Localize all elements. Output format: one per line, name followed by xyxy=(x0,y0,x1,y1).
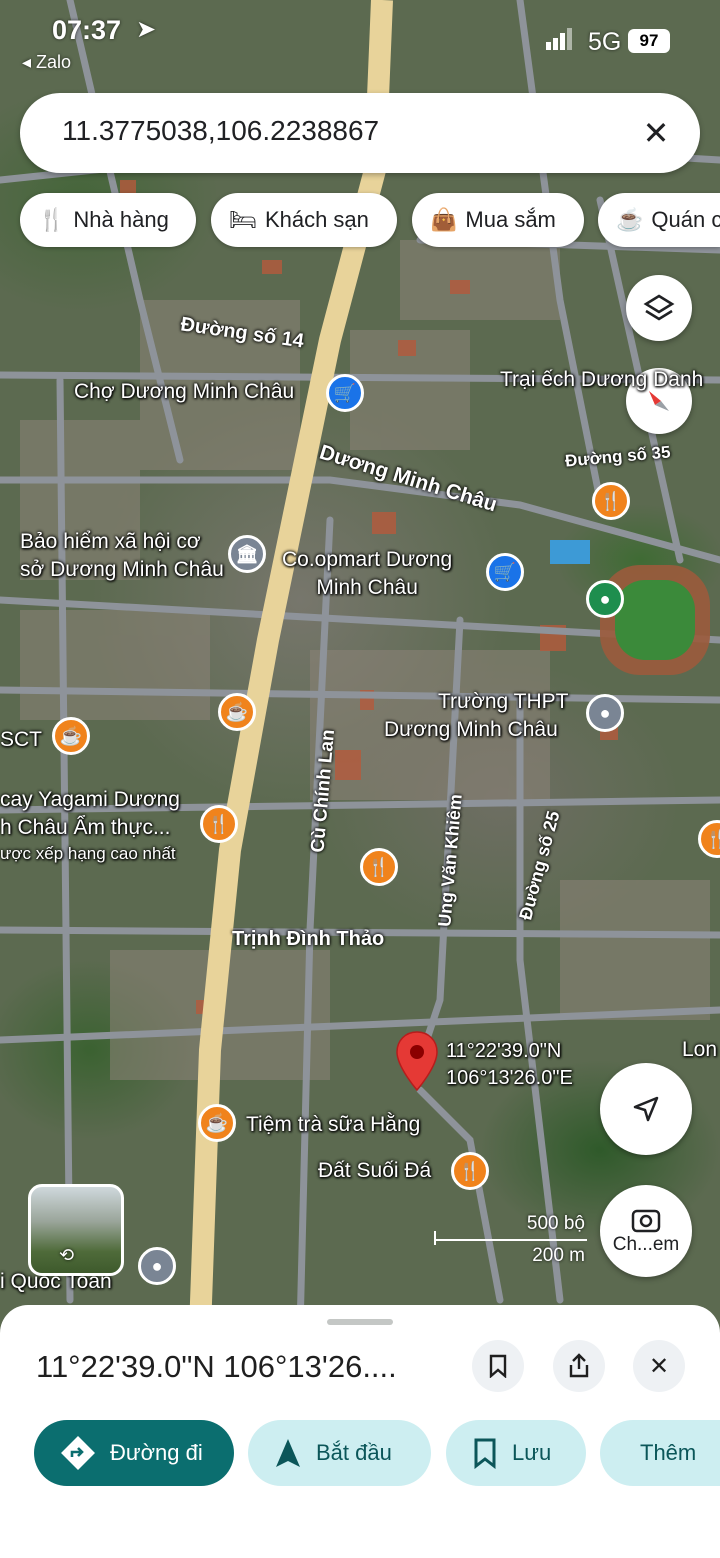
chip-cafes[interactable]: ☕ Quán c xyxy=(598,193,720,247)
lens-search-button[interactable]: Ch...em xyxy=(600,1185,692,1277)
place-label[interactable]: Trại ếch Dương Danh xyxy=(500,366,703,394)
my-location-button[interactable] xyxy=(600,1063,692,1155)
battery-indicator: 97 xyxy=(628,29,670,53)
place-label-line: Trường THPT xyxy=(438,690,569,713)
restaurant-icon[interactable]: 🍴 xyxy=(200,805,238,843)
status-time: 07:37 xyxy=(52,15,122,45)
start-label: Bắt đầu xyxy=(316,1440,392,1465)
search-input[interactable]: 11.3775038,106.2238867 xyxy=(62,115,379,147)
chip-label: Nhà hàng xyxy=(73,207,169,232)
place-label-line: h Châu Ẩm thực... xyxy=(0,816,171,840)
coffee-cup-icon: ☕ xyxy=(616,207,644,232)
shopping-cart-icon[interactable]: 🛒 xyxy=(326,374,364,412)
signal-icon xyxy=(546,28,572,57)
fork-knife-icon: 🍴 xyxy=(38,207,66,232)
map-scale: 500 bộ 200 m xyxy=(432,1213,587,1273)
bank-icon[interactable]: 🏛 xyxy=(228,535,266,573)
place-label-line: sở Dương Minh Châu xyxy=(20,558,224,582)
share-button[interactable] xyxy=(553,1340,605,1392)
place-title: 11°22'39.0"N 106°13'26.... xyxy=(36,1349,397,1384)
chip-hotels[interactable]: 🛏 Khách sạn xyxy=(211,193,397,247)
scale-imperial: 500 bộ xyxy=(526,1213,585,1234)
place-label-line: Minh Châu xyxy=(316,576,418,600)
school-pin-icon[interactable]: ● xyxy=(586,694,624,732)
camera-search-icon xyxy=(631,1209,661,1233)
directions-button[interactable]: Đường đi xyxy=(34,1420,234,1486)
restaurant-icon[interactable]: 🍴 xyxy=(592,482,630,520)
layers-icon xyxy=(643,294,675,321)
clear-search-button[interactable]: ✕ xyxy=(634,111,678,155)
more-button[interactable]: Thêm xyxy=(600,1420,720,1486)
save-icon-button[interactable] xyxy=(472,1340,524,1392)
place-label-line: Dương Minh Châu xyxy=(384,718,558,742)
street-view-rotate-icon: ⟲ xyxy=(59,1245,75,1265)
street-view-thumbnail[interactable]: ⟲ xyxy=(28,1184,124,1276)
navigation-arrow-icon xyxy=(276,1439,300,1467)
scale-metric: 200 m xyxy=(532,1245,585,1266)
back-triangle-icon: ◂ xyxy=(22,52,37,72)
chip-restaurants[interactable]: 🍴 Nhà hàng xyxy=(20,193,196,247)
directions-icon xyxy=(61,1436,95,1470)
chip-shopping[interactable]: 👜 Mua sắm xyxy=(412,193,584,247)
save-button[interactable]: Lưu xyxy=(446,1420,586,1486)
scale-bar xyxy=(434,1239,587,1241)
place-label-line: cay Yagami Dương xyxy=(0,788,180,811)
place-label[interactable]: Lon xyxy=(682,1036,717,1064)
place-label[interactable]: Co.opmart Dương Minh Châu xyxy=(282,546,452,603)
back-app-label: Zalo xyxy=(36,52,72,72)
save-label: Lưu xyxy=(512,1440,552,1465)
more-label: Thêm xyxy=(640,1440,697,1465)
road-label: Trịnh Đình Thảo xyxy=(232,928,385,950)
layers-button[interactable] xyxy=(626,275,692,341)
search-bar[interactable]: 11.3775038,106.2238867 ✕ xyxy=(20,93,700,173)
bookmark-icon xyxy=(489,1354,507,1378)
pin-longitude: 106°13'26.0"E xyxy=(446,1067,573,1089)
chip-label: Quán c xyxy=(651,207,720,232)
pin-coordinates: 11°22'39.0"N 106°13'26.0"E xyxy=(446,1038,573,1092)
place-label[interactable]: cay Yagami Dương h Châu Ẩm thực... ược x… xyxy=(0,786,180,866)
place-label[interactable]: Tiệm trà sữa Hằng xyxy=(246,1111,420,1139)
close-sheet-button[interactable]: ✕ xyxy=(633,1340,685,1392)
place-label[interactable]: Chợ Dương Minh Châu xyxy=(74,378,294,406)
place-label-line: Bảo hiểm xã hội cơ xyxy=(20,530,201,553)
coffee-cup-icon[interactable]: ☕ xyxy=(218,693,256,731)
scale-tick xyxy=(434,1231,436,1245)
stadium-pin-icon[interactable]: ● xyxy=(586,580,624,618)
share-icon xyxy=(569,1353,589,1378)
shopping-bag-icon: 👜 xyxy=(430,207,458,232)
bookmark-icon xyxy=(474,1438,496,1469)
place-label[interactable]: SCT xyxy=(0,726,42,754)
dropped-pin-icon[interactable] xyxy=(394,1030,440,1092)
close-icon: ✕ xyxy=(648,1352,670,1380)
place-label[interactable]: Trường THPT Dương Minh Châu xyxy=(384,688,569,745)
restaurant-icon[interactable]: 🍴 xyxy=(451,1152,489,1190)
navigation-arrow-icon xyxy=(633,1096,659,1122)
directions-label: Đường đi xyxy=(110,1440,203,1465)
coffee-cup-icon[interactable]: ☕ xyxy=(198,1104,236,1142)
lens-label: Ch...em xyxy=(612,1234,680,1255)
satellite-map[interactable]: 07:37 ➤ ◂ Zalo 5G 97 11.3775038,106.2238… xyxy=(0,0,720,1330)
place-label-line: Co.opmart Dương xyxy=(282,548,453,571)
place-pin-icon[interactable]: ● xyxy=(138,1247,176,1285)
restaurant-icon[interactable]: 🍴 xyxy=(360,848,398,886)
shopping-cart-icon[interactable]: 🛒 xyxy=(486,553,524,591)
chip-label: Mua sắm xyxy=(465,207,556,232)
coffee-cup-icon[interactable]: ☕ xyxy=(52,717,90,755)
start-button[interactable]: Bắt đầu xyxy=(248,1420,431,1486)
drag-handle[interactable] xyxy=(327,1319,393,1325)
pin-latitude: 11°22'39.0"N xyxy=(446,1040,562,1062)
place-label[interactable]: Đất Suối Đá xyxy=(318,1157,431,1185)
place-bottom-sheet[interactable]: 11°22'39.0"N 106°13'26.... ✕ Đường đi Bắ… xyxy=(0,1305,720,1558)
close-icon: ✕ xyxy=(642,115,670,151)
place-label-line: ược xếp hạng cao nhất xyxy=(0,843,176,863)
chip-label: Khách sạn xyxy=(264,207,369,232)
place-label[interactable]: Bảo hiểm xã hội cơ sở Dương Minh Châu xyxy=(20,528,224,585)
bed-icon: 🛏 xyxy=(229,207,257,232)
back-to-zalo[interactable]: ◂ Zalo xyxy=(22,52,71,73)
location-arrow-icon: ➤ xyxy=(136,16,157,43)
network-type: 5G xyxy=(588,28,622,56)
